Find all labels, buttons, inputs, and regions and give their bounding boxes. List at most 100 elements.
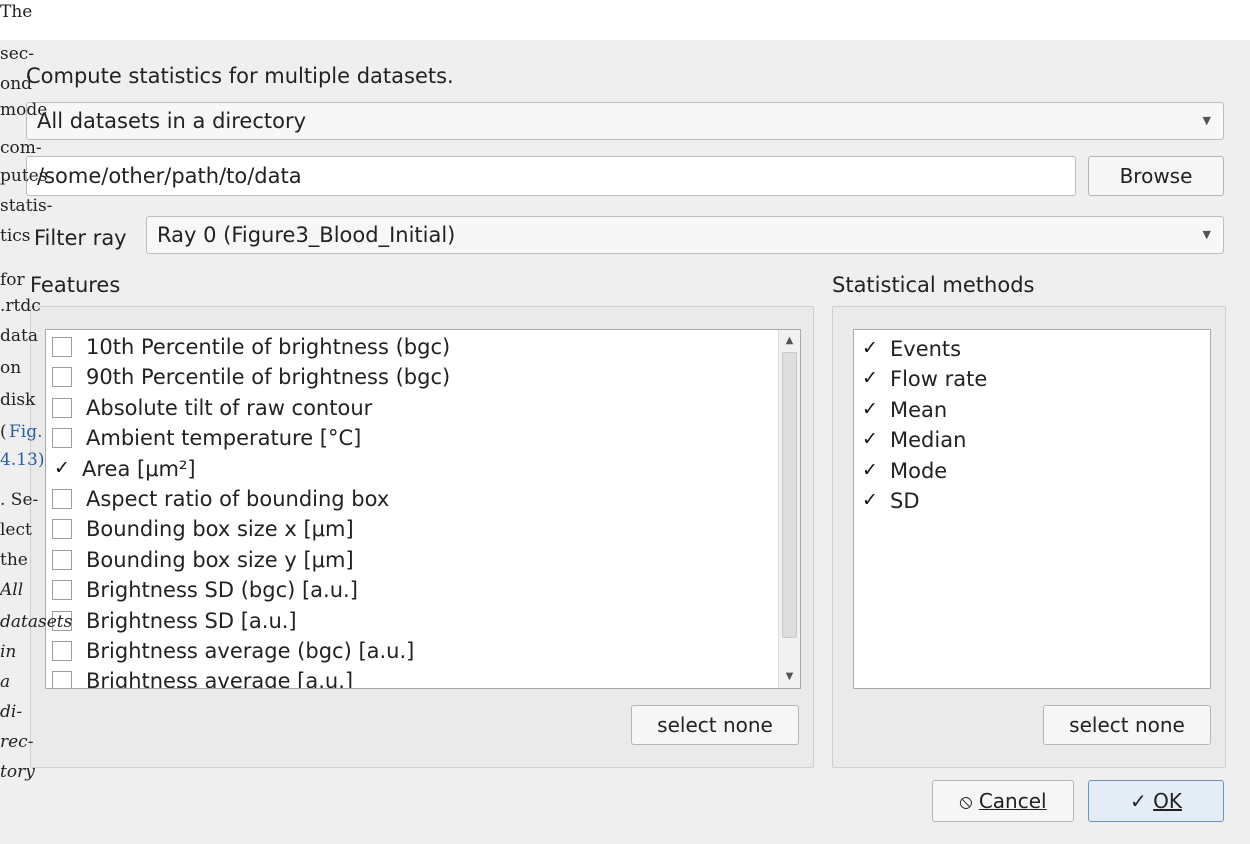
- checkbox-checked-icon[interactable]: ✓: [860, 369, 880, 389]
- prose-line: tics: [0, 226, 31, 246]
- features-scrollbar[interactable]: ▲ ▼: [778, 330, 800, 688]
- ok-label: OK: [1153, 789, 1182, 813]
- method-item[interactable]: ✓ Events: [860, 334, 961, 364]
- prose-line: . Se-: [0, 490, 39, 510]
- path-input[interactable]: [26, 156, 1076, 196]
- checkbox-checked-icon[interactable]: ✓: [860, 460, 880, 481]
- checkbox-checked-icon[interactable]: ✓: [860, 491, 880, 511]
- browse-button[interactable]: Browse: [1088, 156, 1224, 196]
- feature-label: Absolute tilt of raw contour: [86, 395, 373, 420]
- checkbox[interactable]: [52, 519, 72, 540]
- prose-line: com-: [0, 138, 42, 158]
- checkbox-checked-icon[interactable]: ✓: [860, 339, 880, 359]
- checkbox[interactable]: [52, 549, 72, 570]
- feature-label: 90th Percentile of brightness (bgc): [86, 365, 451, 390]
- prose-line: putes: [0, 166, 48, 186]
- feature-item[interactable]: Ambient temperature [°C]: [52, 423, 361, 453]
- prose-line: statis-: [0, 196, 53, 216]
- feature-label: Brightness SD [a.u.]: [86, 608, 297, 633]
- prose-line: mode: [0, 100, 48, 120]
- feature-label: Ambient temperature [°C]: [86, 426, 362, 451]
- checkbox-checked-icon[interactable]: ✓: [860, 399, 880, 420]
- methods-group: ✓ Events ✓ Flow rate ✓ Mean ✓ Median ✓ Mode ✓ SD se…: [832, 306, 1226, 768]
- feature-label: Brightness SD (bgc) [a.u.]: [86, 578, 358, 603]
- prose-line: .rtdc: [0, 296, 41, 316]
- prose-line: di-: [0, 702, 23, 722]
- feature-item[interactable]: 90th Percentile of brightness (bgc): [52, 362, 450, 392]
- figure-link[interactable]: Fig.: [9, 422, 43, 443]
- prose-line: The: [0, 2, 33, 22]
- method-label: Median: [890, 428, 967, 453]
- prose-line: lect: [0, 520, 32, 540]
- feature-item[interactable]: Bounding box size x [μm]: [52, 514, 354, 544]
- feature-label: Aspect ratio of bounding box: [86, 487, 390, 511]
- checkbox[interactable]: [52, 489, 72, 509]
- method-item[interactable]: ✓ Mean: [860, 395, 947, 425]
- method-label: Mean: [890, 397, 948, 422]
- feature-label: Brightness average (bgc) [a.u.]: [86, 639, 415, 663]
- feature-label: Brightness average [a.u.]: [86, 669, 354, 689]
- figure-link-number[interactable]: 4.13): [0, 450, 44, 471]
- checkbox[interactable]: [52, 397, 72, 418]
- filter-ray-select[interactable]: Ray 0 (Figure3_Blood_Initial) ▼: [146, 216, 1224, 254]
- method-label: Flow rate: [890, 367, 988, 392]
- checkbox[interactable]: [52, 367, 72, 388]
- chevron-down-icon: ▼: [1202, 114, 1211, 127]
- feature-item[interactable]: Absolute tilt of raw contour: [52, 393, 372, 423]
- checkbox[interactable]: [52, 641, 72, 661]
- feature-item[interactable]: ✓ Area [μm²]: [52, 454, 196, 484]
- feature-item[interactable]: Brightness SD (bgc) [a.u.]: [52, 575, 358, 605]
- dialog-heading: Compute statistics for multiple datasets…: [26, 64, 454, 88]
- prose-line: sec-: [0, 44, 35, 64]
- method-item[interactable]: ✓ SD: [860, 486, 920, 516]
- cancel-icon: ⦸: [959, 789, 973, 813]
- prose-line: datasets: [0, 612, 73, 632]
- prose-line: data: [0, 326, 38, 346]
- prose-line: on: [0, 358, 22, 378]
- prose-line: the: [0, 550, 28, 570]
- feature-label: Bounding box size x [μm]: [86, 517, 354, 542]
- features-list[interactable]: 10th Percentile of brightness (bgc) 90th …: [45, 329, 801, 689]
- method-item[interactable]: ✓ Flow rate: [860, 364, 987, 394]
- mode-select[interactable]: All datasets in a directory ▼: [26, 102, 1224, 140]
- feature-item[interactable]: Brightness SD [a.u.]: [52, 606, 297, 636]
- checkbox-checked-icon[interactable]: ✓: [860, 430, 880, 450]
- scroll-down-icon[interactable]: ▼: [779, 668, 800, 686]
- prose-line: tory: [0, 762, 35, 782]
- feature-label: Area [μm²]: [82, 456, 196, 481]
- ok-button[interactable]: ✓ OK: [1088, 780, 1224, 822]
- method-label: Events: [890, 337, 962, 361]
- checkbox[interactable]: [52, 580, 72, 601]
- filter-ray-value: Ray 0 (Figure3_Blood_Initial): [157, 223, 456, 247]
- method-label: SD: [890, 489, 920, 513]
- prose-line: ond: [0, 74, 33, 94]
- methods-list[interactable]: ✓ Events ✓ Flow rate ✓ Mean ✓ Median ✓ Mode ✓ SD: [853, 329, 1211, 689]
- checkbox[interactable]: [52, 428, 72, 449]
- feature-item[interactable]: Brightness average (bgc) [a.u.]: [52, 636, 414, 666]
- features-select-none-button[interactable]: select none: [631, 705, 799, 745]
- features-group: 10th Percentile of brightness (bgc) 90th …: [30, 306, 814, 768]
- mode-select-value: All datasets in a directory: [37, 109, 307, 133]
- methods-title: Statistical methods: [832, 273, 1035, 297]
- method-label: Mode: [890, 458, 948, 483]
- method-item[interactable]: ✓ Median: [860, 425, 966, 455]
- feature-item[interactable]: Aspect ratio of bounding box: [52, 484, 389, 514]
- prose-line: All: [0, 580, 24, 600]
- feature-item[interactable]: 10th Percentile of brightness (bgc): [52, 332, 450, 362]
- checkbox-checked-icon[interactable]: ✓: [52, 458, 72, 479]
- features-title: Features: [30, 273, 121, 297]
- checkbox[interactable]: [52, 337, 72, 357]
- scroll-up-icon[interactable]: ▲: [779, 332, 800, 350]
- method-item[interactable]: ✓ Mode: [860, 456, 947, 486]
- feature-item[interactable]: Brightness average [a.u.]: [52, 666, 354, 689]
- methods-select-none-button[interactable]: select none: [1043, 705, 1211, 745]
- feature-label: Bounding box size y [μm]: [86, 547, 354, 572]
- checkbox[interactable]: [52, 671, 72, 688]
- prose-line: a: [0, 672, 11, 692]
- feature-item[interactable]: Bounding box size y [μm]: [52, 545, 354, 575]
- chevron-down-icon: ▼: [1202, 228, 1211, 241]
- feature-label: 10th Percentile of brightness (bgc): [86, 335, 451, 359]
- cancel-button[interactable]: ⦸ Cancel: [932, 780, 1074, 822]
- scrollbar-thumb[interactable]: [782, 352, 797, 638]
- prose-line: in: [0, 642, 17, 662]
